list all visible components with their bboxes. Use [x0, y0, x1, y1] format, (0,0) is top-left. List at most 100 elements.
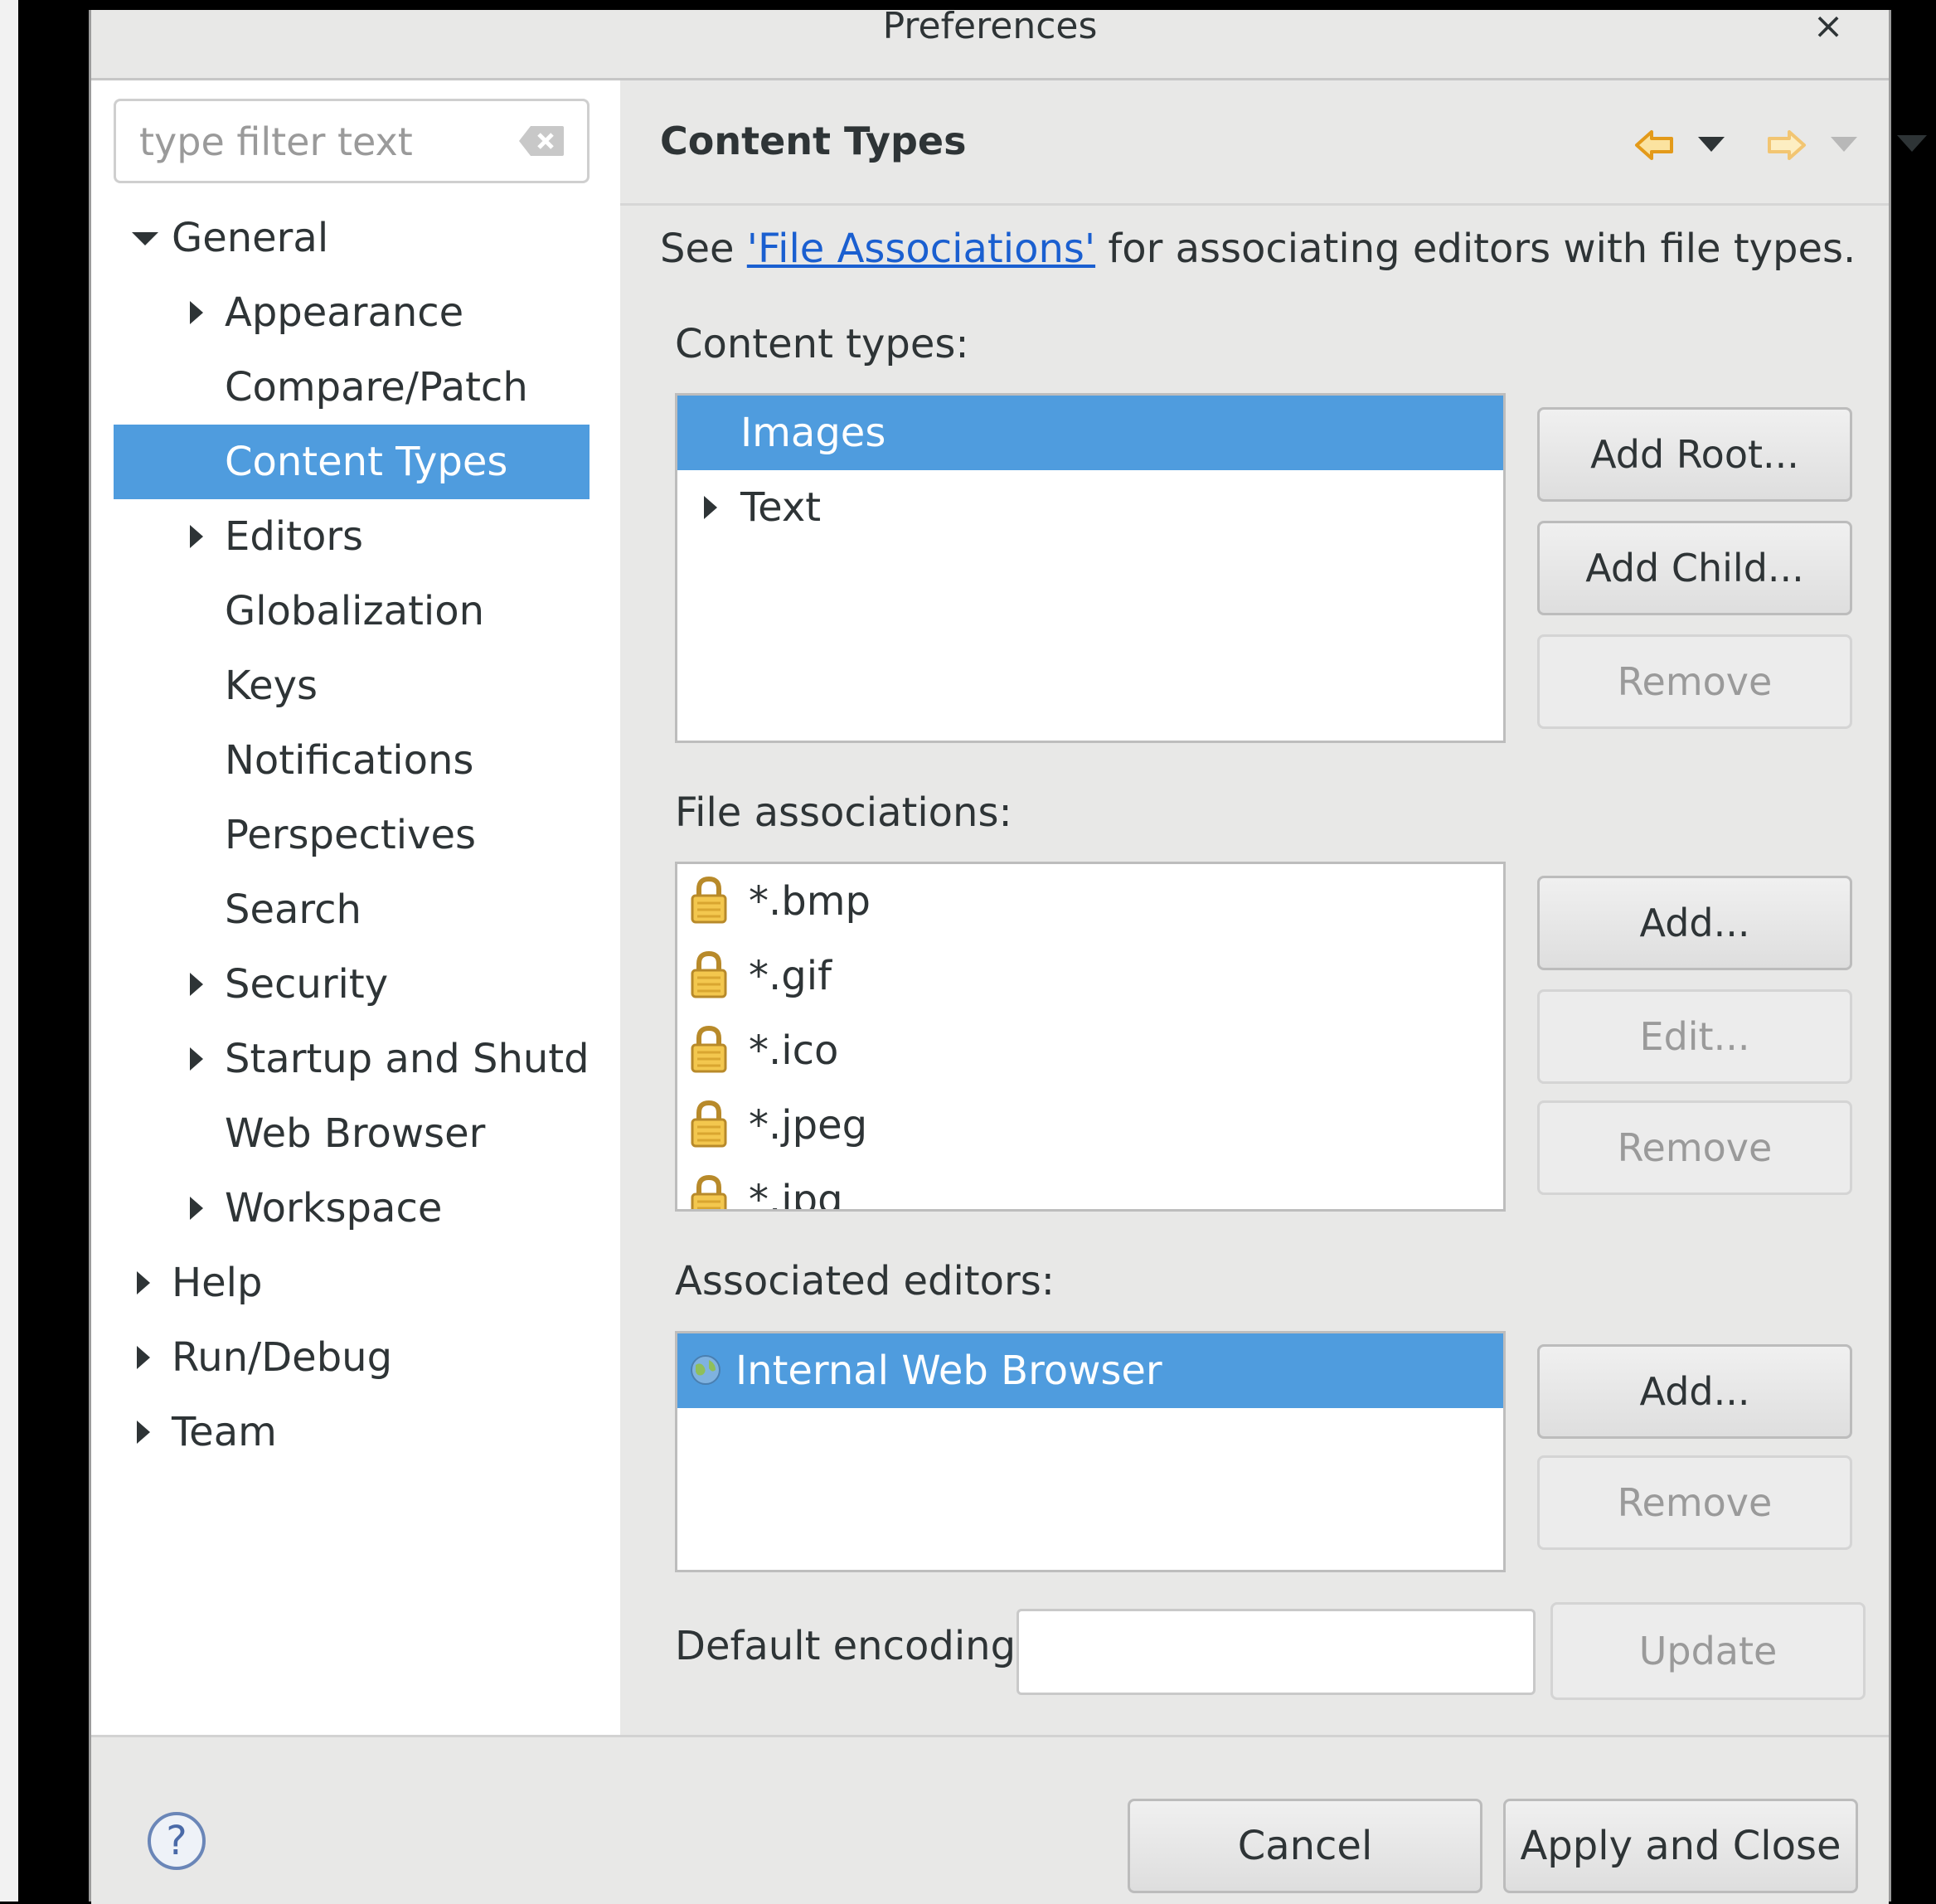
- file-association-item[interactable]: *.jpg: [677, 1163, 1503, 1212]
- tree-item[interactable]: Notifications: [114, 723, 590, 798]
- tree-item-label: Compare/Patch: [225, 364, 528, 410]
- default-encoding-input[interactable]: [1017, 1609, 1536, 1695]
- file-pattern-label: *.gif: [749, 953, 832, 999]
- file-associations-hint: See 'File Associations' for associating …: [660, 226, 1856, 272]
- tree-item-label: Appearance: [225, 289, 464, 336]
- tree-item-label: Globalization: [225, 588, 485, 634]
- tree-item-label: Security: [225, 961, 389, 1008]
- remove-content-type-button[interactable]: Remove: [1537, 634, 1852, 729]
- tree-item-label: Web Browser: [225, 1110, 486, 1157]
- hint-suffix: for associating editors with file types.: [1095, 226, 1856, 272]
- close-button[interactable]: ×: [1807, 8, 1849, 51]
- add-child-button[interactable]: Add Child...: [1537, 521, 1852, 615]
- collapsed-arrow-icon[interactable]: [190, 301, 203, 324]
- tree-item[interactable]: Help: [114, 1246, 590, 1320]
- collapsed-arrow-icon[interactable]: [137, 1271, 150, 1294]
- file-association-item[interactable]: *.bmp: [677, 864, 1503, 939]
- content-type-item[interactable]: Text: [677, 470, 1503, 545]
- collapsed-arrow-icon[interactable]: [704, 496, 717, 519]
- lock-icon: [691, 1174, 727, 1209]
- tree-item[interactable]: General: [114, 201, 590, 275]
- page-header: Content Types: [620, 80, 1927, 206]
- apply-and-close-button[interactable]: Apply and Close: [1503, 1799, 1858, 1893]
- file-associations-link[interactable]: 'File Associations': [747, 226, 1095, 272]
- lock-icon: [691, 950, 727, 998]
- tree-item-label: Search: [225, 886, 361, 933]
- page-title: Content Types: [660, 119, 967, 163]
- tree-item[interactable]: Editors: [114, 499, 590, 574]
- preferences-dialog: Preferences × General Appearance Compare/P…: [89, 8, 1927, 1904]
- collapsed-arrow-icon[interactable]: [190, 973, 203, 996]
- forward-arrow-icon[interactable]: [1764, 127, 1807, 163]
- collapsed-arrow-icon[interactable]: [137, 1346, 150, 1369]
- content-types-tree[interactable]: Images Text: [675, 393, 1506, 743]
- help-icon[interactable]: ?: [148, 1812, 206, 1870]
- file-pattern-label: *.jpg: [749, 1177, 843, 1212]
- expanded-arrow-icon[interactable]: [132, 232, 158, 245]
- clear-filter-icon[interactable]: [517, 124, 565, 158]
- tree-item[interactable]: Appearance: [114, 275, 590, 350]
- content-panel: Content Types See 'File Associations' fo…: [620, 80, 1927, 1735]
- back-history-dropdown-icon[interactable]: [1698, 137, 1725, 153]
- tree-item-label: Perspectives: [225, 812, 476, 858]
- file-associations-list[interactable]: *.bmp *.gif *.ico *.jpeg *.jpg: [675, 862, 1506, 1212]
- hint-prefix: See: [660, 226, 747, 272]
- tree-item-label: Workspace: [225, 1185, 443, 1231]
- tree-item[interactable]: Content Types: [114, 425, 590, 499]
- default-encoding-label: Default encoding:: [675, 1623, 1030, 1669]
- edit-file-association-button[interactable]: Edit...: [1537, 989, 1852, 1084]
- tree-item[interactable]: Team: [114, 1395, 590, 1469]
- file-association-item[interactable]: *.jpeg: [677, 1088, 1503, 1163]
- tree-item[interactable]: Startup and Shutdo: [114, 1022, 590, 1096]
- dialog-footer: ? Cancel Apply and Close: [91, 1735, 1889, 1904]
- tree-item[interactable]: Security: [114, 947, 590, 1022]
- file-pattern-label: *.bmp: [749, 878, 871, 925]
- tree-item-label: Team: [172, 1409, 277, 1455]
- associated-editors-label: Associated editors:: [675, 1258, 1055, 1304]
- tree-item-label: Run/Debug: [172, 1334, 393, 1381]
- remove-file-association-button[interactable]: Remove: [1537, 1100, 1852, 1195]
- associated-editor-item[interactable]: Internal Web Browser: [677, 1333, 1503, 1408]
- content-type-label: Text: [740, 484, 822, 531]
- collapsed-arrow-icon[interactable]: [190, 525, 203, 548]
- file-associations-label: File associations:: [675, 789, 1012, 836]
- tree-item[interactable]: Compare/Patch: [114, 350, 590, 425]
- associated-editors-list[interactable]: Internal Web Browser: [675, 1331, 1506, 1572]
- tree-item-label: Help: [172, 1260, 263, 1306]
- content-type-label: Images: [740, 410, 886, 456]
- view-menu-icon[interactable]: [1897, 135, 1927, 153]
- preference-tree-panel: General Appearance Compare/Patch Content Ty…: [91, 80, 620, 1735]
- collapsed-arrow-icon[interactable]: [137, 1421, 150, 1444]
- update-encoding-button[interactable]: Update: [1550, 1602, 1866, 1700]
- tree-item[interactable]: Keys: [114, 648, 590, 723]
- tree-item-label: Keys: [225, 663, 318, 709]
- remove-editor-button[interactable]: Remove: [1537, 1455, 1852, 1550]
- tree-item[interactable]: Search: [114, 872, 590, 947]
- content-type-item[interactable]: Images: [677, 396, 1503, 470]
- file-association-item[interactable]: *.gif: [677, 939, 1503, 1013]
- filter-box: [114, 99, 590, 183]
- filter-input[interactable]: [116, 101, 531, 182]
- file-association-item[interactable]: *.ico: [677, 1013, 1503, 1088]
- back-arrow-icon[interactable]: [1633, 127, 1676, 163]
- add-editor-button[interactable]: Add...: [1537, 1344, 1852, 1439]
- tree-item[interactable]: Perspectives: [114, 798, 590, 872]
- forward-history-dropdown-icon[interactable]: [1831, 137, 1857, 153]
- tree-item[interactable]: Globalization: [114, 574, 590, 648]
- tree-item-label: Editors: [225, 513, 364, 560]
- add-root-button[interactable]: Add Root...: [1537, 407, 1852, 502]
- tree-item[interactable]: Web Browser: [114, 1096, 590, 1171]
- tree-item[interactable]: Workspace: [114, 1171, 590, 1246]
- content-types-label: Content types:: [675, 321, 969, 367]
- file-pattern-label: *.jpeg: [749, 1102, 868, 1149]
- tree-item[interactable]: Run/Debug: [114, 1320, 590, 1395]
- collapsed-arrow-icon[interactable]: [190, 1197, 203, 1220]
- collapsed-arrow-icon[interactable]: [190, 1047, 203, 1071]
- add-file-association-button[interactable]: Add...: [1537, 876, 1852, 970]
- title-bar: Preferences ×: [91, 8, 1889, 80]
- cancel-button[interactable]: Cancel: [1128, 1799, 1482, 1893]
- globe-icon: [691, 1355, 721, 1385]
- tree-item-label: Notifications: [225, 737, 474, 784]
- lock-icon: [691, 1025, 727, 1073]
- associated-editor-label: Internal Web Browser: [735, 1348, 1162, 1394]
